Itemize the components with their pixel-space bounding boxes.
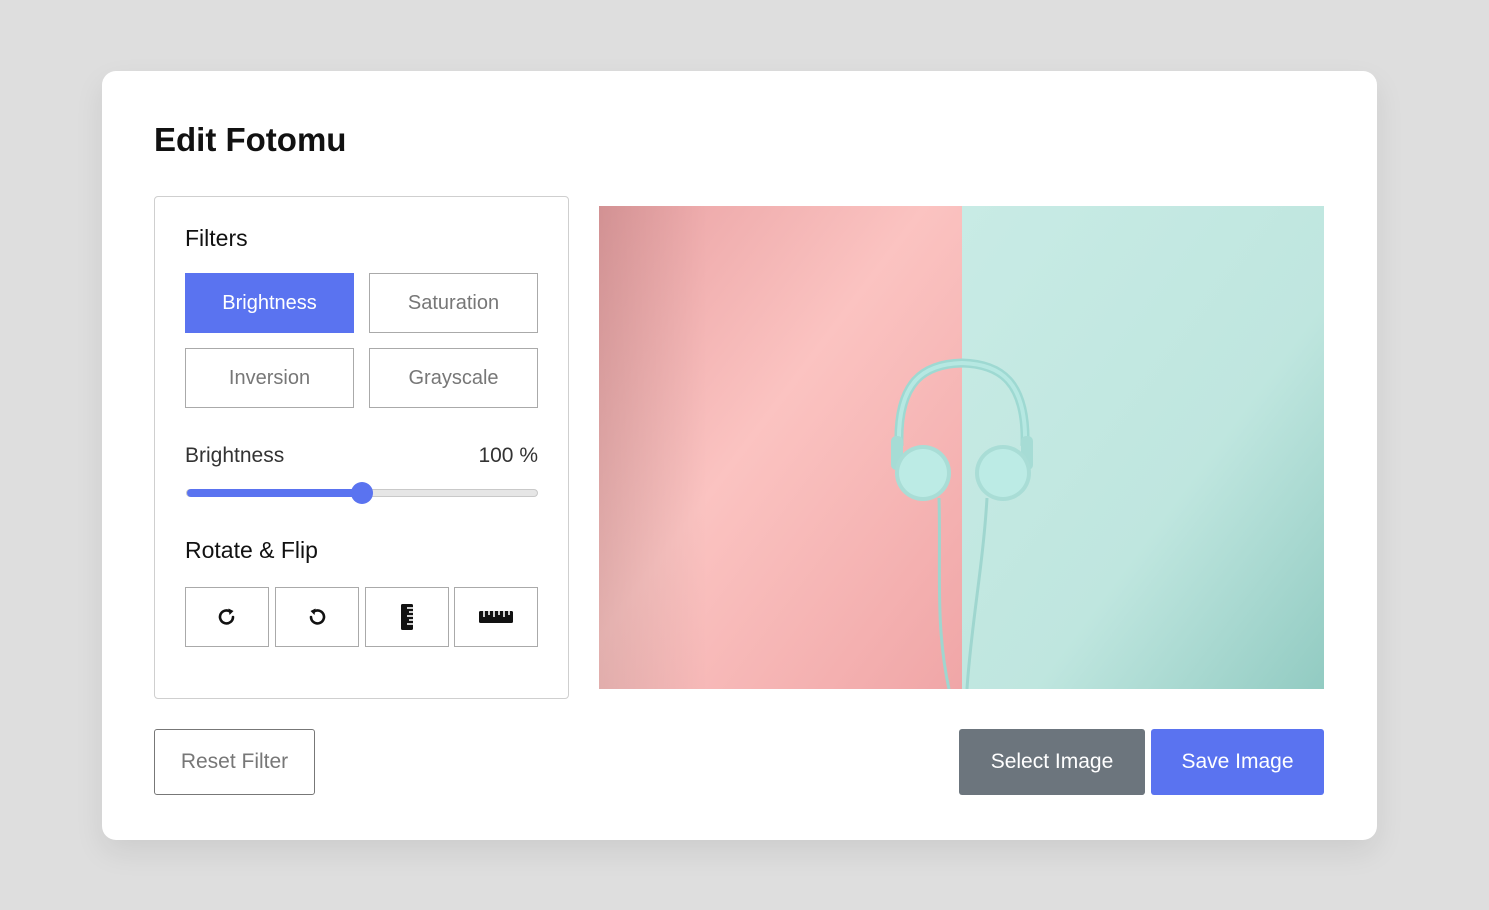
filters-heading: Filters: [185, 225, 248, 251]
slider-label: Brightness: [185, 444, 285, 467]
select-image-button[interactable]: Select Image: [959, 729, 1145, 795]
slider-value: 100 %: [478, 444, 538, 467]
image-preview: [599, 206, 1324, 689]
rotate-right-icon: [218, 608, 235, 625]
rotate-left-button[interactable]: [275, 587, 359, 647]
flip-horizontal-button[interactable]: [454, 587, 538, 647]
rotate-right-button[interactable]: [185, 587, 269, 647]
filter-grayscale-button[interactable]: Grayscale: [369, 348, 538, 408]
save-image-button[interactable]: Save Image: [1151, 729, 1324, 795]
brightness-slider[interactable]: [186, 482, 538, 504]
controls-panel: Filters Brightness Saturation Inversion …: [154, 196, 569, 699]
page-title: Edit Fotomu: [154, 121, 347, 158]
slider-thumb[interactable]: [351, 482, 373, 504]
reset-filter-button[interactable]: Reset Filter: [154, 729, 315, 795]
filter-brightness-button[interactable]: Brightness: [185, 273, 354, 333]
flip-vertical-icon: [401, 604, 413, 630]
editor-card: Edit Fotomu Filters Brightness Saturatio…: [102, 71, 1377, 840]
flip-vertical-button[interactable]: [365, 587, 449, 647]
filter-inversion-button[interactable]: Inversion: [185, 348, 354, 408]
flip-horizontal-icon: [479, 611, 513, 623]
headphones-photo: [599, 206, 1324, 689]
rotate-left-icon: [309, 608, 326, 625]
rotate-flip-heading: Rotate & Flip: [185, 537, 318, 563]
filter-saturation-button[interactable]: Saturation: [369, 273, 538, 333]
slider-fill: [187, 489, 362, 497]
